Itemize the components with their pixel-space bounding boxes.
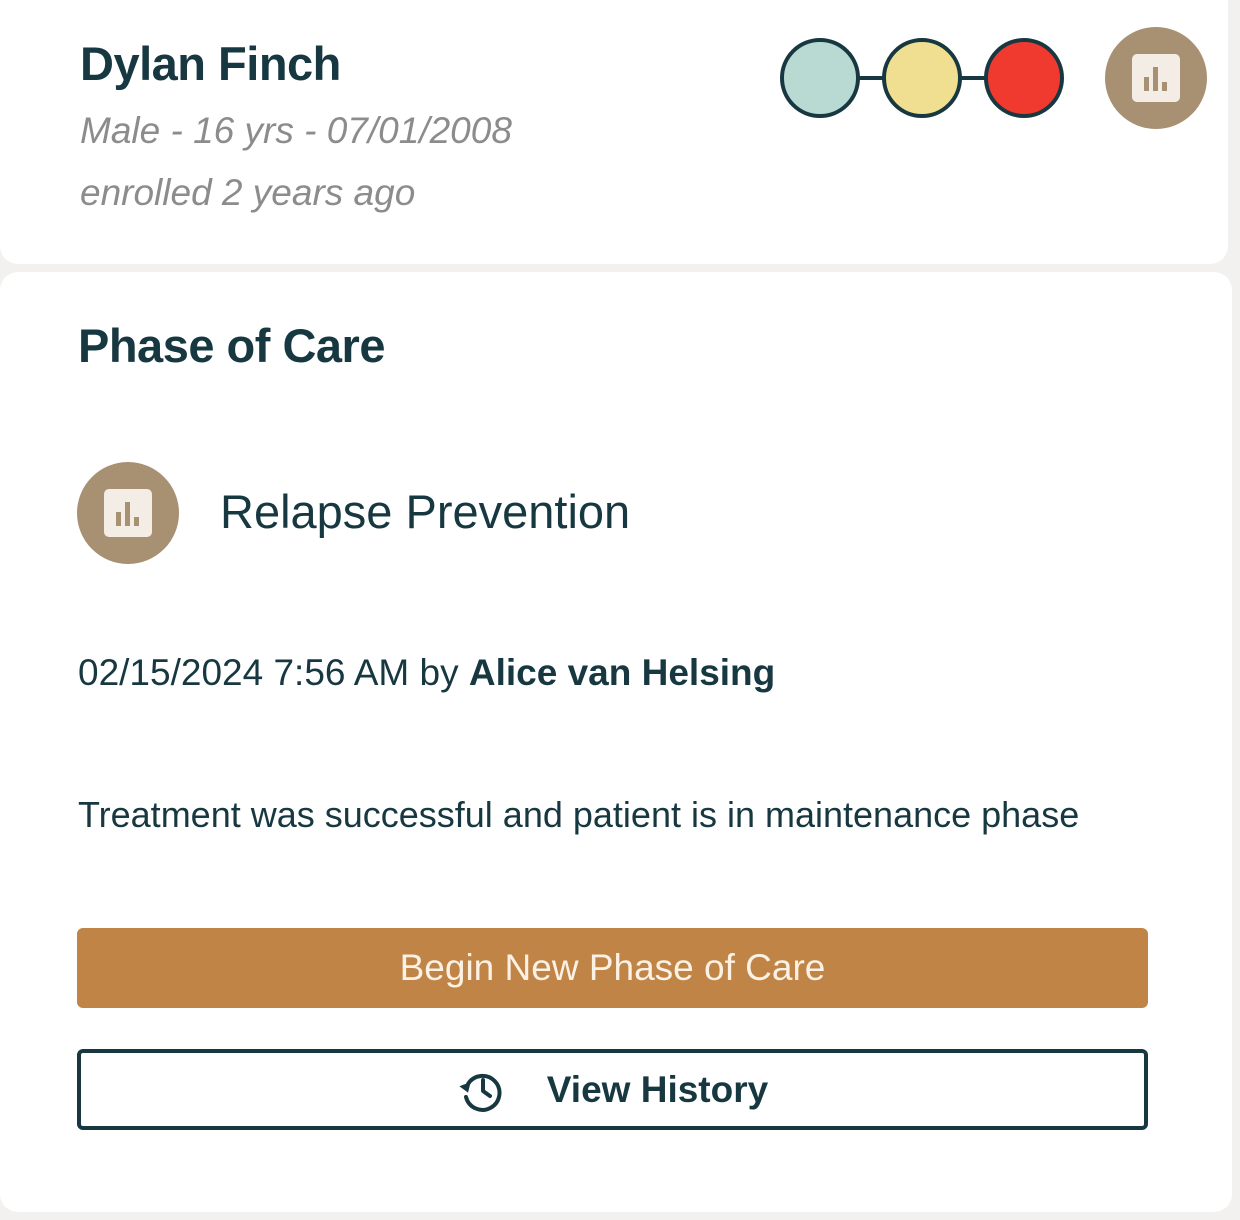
patient-header-card: Dylan Finch Male - 16 yrs - 07/01/2008 e…: [0, 0, 1228, 264]
view-history-button[interactable]: View History: [77, 1049, 1148, 1130]
status-dot-high: [984, 38, 1064, 118]
phase-author: Alice van Helsing: [468, 652, 776, 693]
status-connector: [858, 76, 884, 80]
history-icon: [459, 1073, 502, 1112]
status-connector: [960, 76, 986, 80]
status-dot-medium: [882, 38, 962, 118]
bar-chart-icon: [1132, 54, 1180, 102]
by-label: by: [419, 652, 459, 693]
patient-name: Dylan Finch: [80, 37, 341, 90]
section-title: Phase of Care: [78, 319, 385, 372]
phase-timestamp-line: 02/15/2024 7:56 AM by Alice van Helsing: [78, 652, 775, 694]
status-dot-low: [780, 38, 860, 118]
view-history-label: View History: [546, 1068, 769, 1110]
begin-new-phase-button[interactable]: Begin New Phase of Care: [77, 928, 1148, 1008]
bar-chart-icon: [104, 489, 152, 537]
begin-new-phase-label: Begin New Phase of Care: [399, 947, 826, 988]
status-indicator: [780, 38, 1064, 118]
phase-badge-button[interactable]: [1105, 27, 1207, 129]
patient-enrollment: enrolled 2 years ago: [80, 172, 416, 213]
phase-note: Treatment was successful and patient is …: [78, 794, 1080, 835]
patient-demographics: Male - 16 yrs - 07/01/2008: [80, 110, 512, 151]
phase-name: Relapse Prevention: [220, 485, 631, 538]
phase-timestamp: 02/15/2024 7:56 AM: [78, 652, 410, 693]
phase-icon-badge: [77, 462, 179, 564]
